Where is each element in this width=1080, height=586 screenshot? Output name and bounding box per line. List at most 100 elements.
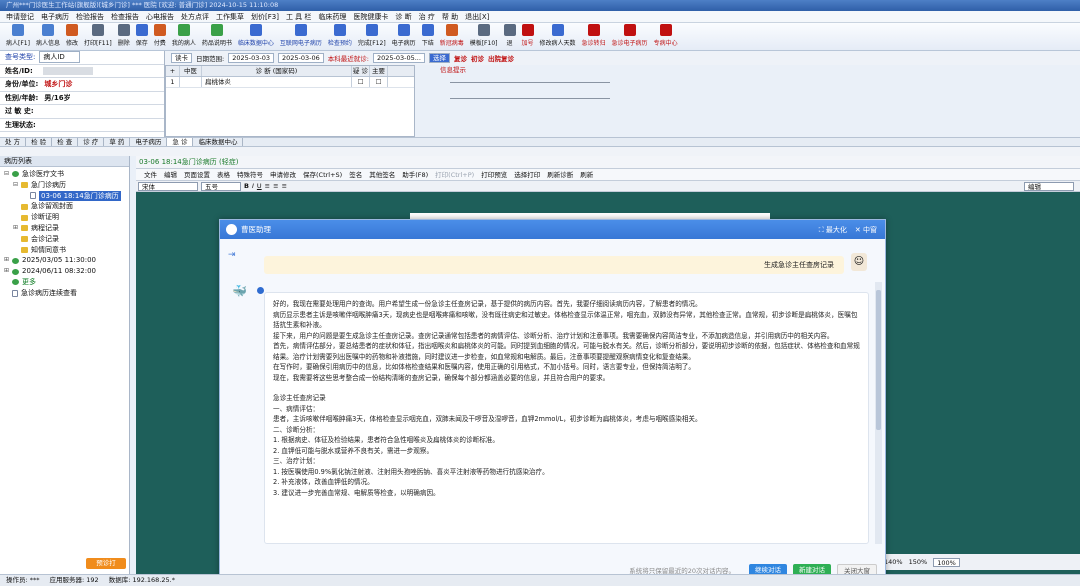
editor-toolbar-item[interactable]: 页面设置 (184, 169, 210, 180)
font-select[interactable]: 宋体 (138, 181, 198, 191)
read-card-button[interactable]: 读卡 (171, 53, 192, 63)
revisit-radio[interactable]: 复诊 (454, 53, 467, 63)
toolbar-button[interactable]: 病人[F1] (3, 23, 33, 47)
suspect-checkbox[interactable]: ☐ (352, 77, 370, 87)
toolbar-button[interactable]: 专病中心 (651, 23, 681, 47)
menu-item[interactable]: 心电报告 (146, 11, 174, 22)
toolbar-button[interactable]: 急诊电子病历 (609, 23, 651, 47)
expand-toggle-icon[interactable]: ⊞ (13, 223, 19, 234)
editor-toolbar-item[interactable]: 表格 (217, 169, 230, 180)
toolbar-button[interactable]: 删除 (115, 23, 133, 47)
scroll-thumb[interactable] (876, 290, 881, 430)
first-visit-radio[interactable]: 初诊 (471, 53, 484, 63)
toolbar-button[interactable]: 完成[F12] (355, 23, 389, 47)
align-right-icon[interactable]: ≡ (282, 182, 287, 190)
chat-scrollbar[interactable] (875, 282, 882, 544)
tree-node[interactable]: ⊞ 2025/03/05 11:30:00 (0, 255, 129, 266)
zoom-150[interactable]: 150% (909, 558, 928, 566)
date-from-input[interactable]: 2025-03-03 (228, 53, 274, 63)
menu-item[interactable]: 工作集草 (216, 11, 244, 22)
menu-item[interactable]: 工 具 栏 (286, 11, 311, 22)
menu-item[interactable]: 诊 断 (395, 11, 411, 22)
editor-toolbar-item[interactable]: 刷新 (580, 169, 593, 180)
editor-toolbar-item[interactable]: 保存(Ctrl+S) (303, 169, 342, 180)
tree-node[interactable]: 急诊留观封面 (0, 201, 129, 212)
expand-toggle-icon[interactable]: ⊟ (13, 180, 19, 191)
tree-node[interactable]: 03-06 18:14急门诊病历 (0, 190, 129, 202)
menu-item[interactable]: 帮 助 (442, 11, 458, 22)
tree-node[interactable]: 急诊病历连续查看 (0, 288, 129, 299)
tree-node[interactable]: 更多 (0, 277, 129, 288)
menu-item[interactable]: 医院健康卡 (353, 11, 388, 22)
mode-select[interactable]: 编辑 (1024, 181, 1074, 191)
toolbar-button[interactable]: 临床数据中心 (235, 23, 277, 47)
toolbar-button[interactable]: 电子病历 (389, 23, 419, 47)
menu-item[interactable]: 划价[F3] (251, 11, 279, 22)
editor-toolbar-item[interactable]: 签名 (349, 169, 362, 180)
editor-toolbar-item[interactable]: 其他签名 (369, 169, 395, 180)
tree-node[interactable]: 会诊记录 (0, 234, 129, 245)
tree-node[interactable]: ⊟ 急门诊病历 (0, 180, 129, 191)
add-row-icon[interactable]: + (166, 66, 180, 76)
tab-3[interactable]: 诊 疗 (78, 138, 105, 146)
toolbar-button[interactable]: 加号 (519, 23, 537, 47)
size-select[interactable]: 五号 (201, 181, 241, 191)
editor-toolbar-item[interactable]: 助手(F8) (402, 169, 428, 180)
recent-visit-select[interactable]: 2025-03-05... (372, 53, 425, 63)
editor-toolbar-item[interactable]: 刷新诊断 (547, 169, 573, 180)
tab-4[interactable]: 草 药 (104, 138, 131, 146)
toolbar-button[interactable]: 新冠病毒 (437, 23, 467, 47)
toolbar-button[interactable]: 修改病人天数 (537, 23, 579, 47)
discharge-revisit-radio[interactable]: 出院复诊 (488, 53, 514, 63)
expand-toggle-icon[interactable]: ⊞ (4, 255, 10, 266)
menu-item[interactable]: 处方点评 (181, 11, 209, 22)
expand-toggle-icon[interactable]: ⊞ (4, 266, 10, 277)
toolbar-button[interactable]: 药品说明书 (199, 23, 235, 47)
tab-0[interactable]: 处 方 (0, 138, 27, 146)
toolbar-button[interactable]: 打印[F11] (81, 23, 115, 47)
tab-7[interactable]: 临床数据中心 (193, 138, 244, 146)
toolbar-button[interactable]: 互联网电子病历 (277, 23, 325, 47)
tab-2[interactable]: 检 查 (52, 138, 79, 146)
align-center-icon[interactable]: ≡ (273, 182, 278, 190)
menu-item[interactable]: 申请登记 (6, 11, 34, 22)
tree-node[interactable]: 知情同意书 (0, 245, 129, 256)
editor-toolbar-item[interactable]: 选择打印 (514, 169, 540, 180)
toolbar-button[interactable]: 退 (501, 23, 519, 47)
diagnosis-name[interactable]: 扁桃体炎 (202, 77, 352, 87)
table-row[interactable]: 1 扁桃体炎 ☐ ☐ (166, 77, 414, 88)
menu-item[interactable]: 治 疗 (419, 11, 435, 22)
bold-icon[interactable]: B (244, 182, 249, 190)
tree-node[interactable]: ⊞ 病程记录 (0, 223, 129, 234)
maximize-button[interactable]: ⛶ 最大化 (819, 225, 847, 235)
editor-toolbar-item[interactable]: 打印(Ctrl+P) (435, 169, 474, 180)
zoom-140[interactable]: 140% (884, 558, 903, 566)
date-to-input[interactable]: 2025-03-06 (277, 53, 324, 63)
menu-item[interactable]: 电子病历 (41, 11, 69, 22)
menu-item[interactable]: 临床药理 (318, 11, 346, 22)
toolbar-button[interactable]: 病人信息 (33, 23, 63, 47)
toolbar-button[interactable]: 下结 (419, 23, 437, 47)
tree-node[interactable]: ⊟ 急诊医疗文书 (0, 169, 129, 180)
tcm-checkbox[interactable] (180, 77, 202, 87)
toolbar-button[interactable]: 模板[F10] (467, 23, 501, 47)
editor-toolbar-item[interactable]: 打印预览 (481, 169, 507, 180)
align-left-icon[interactable]: ≡ (265, 182, 270, 190)
export-icon[interactable]: ⇥ (228, 250, 236, 260)
editor-toolbar-item[interactable]: 申请修改 (270, 169, 296, 180)
main-checkbox[interactable]: ☐ (370, 77, 388, 87)
menu-item[interactable]: 退出[X] (465, 11, 489, 22)
expand-toggle-icon[interactable]: ⊟ (4, 169, 10, 180)
editor-tab[interactable]: 03-06 18:14急门诊病历 (轻症) (136, 156, 1080, 169)
menu-item[interactable]: 检查报告 (111, 11, 139, 22)
editor-toolbar-item[interactable]: 文件 (144, 169, 157, 180)
toolbar-button[interactable]: 付费 (151, 23, 169, 47)
editor-toolbar-item[interactable]: 编辑 (164, 169, 177, 180)
triage-print-button[interactable]: 预诊打 (86, 558, 126, 569)
card-type-select[interactable]: 病人ID (39, 51, 80, 64)
tab-6[interactable]: 急 诊 (167, 138, 194, 146)
toolbar-button[interactable]: 急诊转归 (579, 23, 609, 47)
italic-icon[interactable]: I (252, 182, 254, 190)
toolbar-button[interactable]: 修改 (63, 23, 81, 47)
editor-toolbar-item[interactable]: 特殊符号 (237, 169, 263, 180)
